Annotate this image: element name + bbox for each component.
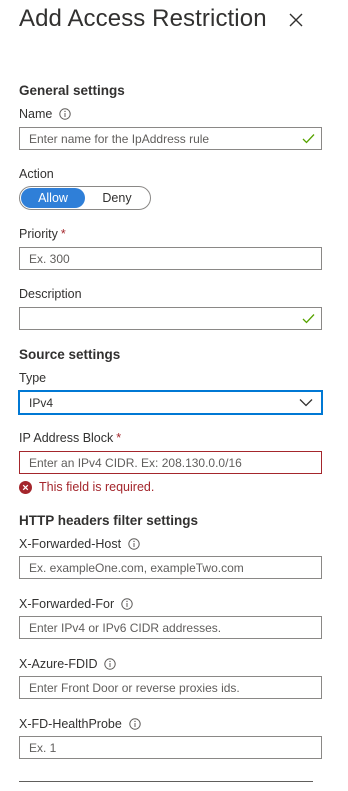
x-azure-fdid-label-row: X-Azure-FDID (19, 657, 117, 671)
http-headers-heading: HTTP headers filter settings (19, 513, 199, 528)
general-settings-heading: General settings (19, 83, 125, 98)
info-icon[interactable] (104, 658, 117, 670)
action-label: Action (19, 167, 54, 181)
type-label: Type (19, 371, 47, 385)
ip-address-label-row: IP Address Block * (19, 431, 121, 445)
info-icon[interactable] (129, 718, 141, 730)
name-input-placeholder: Enter name for the IpAddress rule (29, 131, 210, 146)
info-icon[interactable] (128, 538, 140, 550)
x-azure-fdid-placeholder: Enter Front Door or reverse proxies ids. (29, 680, 240, 695)
info-icon[interactable] (59, 108, 72, 120)
ip-address-input-placeholder: Enter an IPv4 CIDR. Ex: 208.130.0.0/16 (29, 455, 242, 470)
x-forwarded-host-label-row: X-Forwarded-Host (19, 537, 140, 551)
action-allow-option[interactable]: Allow (21, 188, 85, 208)
name-input[interactable]: Enter name for the IpAddress rule (19, 127, 322, 150)
x-forwarded-host-label: X-Forwarded-Host (19, 537, 122, 551)
x-forwarded-for-label-row: X-Forwarded-For (19, 597, 133, 611)
x-forwarded-for-label: X-Forwarded-For (19, 597, 115, 611)
priority-label-row: Priority * (19, 227, 66, 241)
source-settings-heading: Source settings (19, 347, 121, 362)
name-label: Name (19, 107, 53, 121)
action-deny-option[interactable]: Deny (85, 188, 149, 208)
close-icon[interactable] (287, 11, 305, 29)
action-toggle[interactable]: Allow Deny (19, 186, 151, 210)
x-fd-healthprobe-label-row: X-FD-HealthProbe (19, 717, 141, 731)
name-label-row: Name (19, 107, 72, 121)
x-azure-fdid-label: X-Azure-FDID (19, 657, 98, 671)
required-marker: * (116, 431, 122, 445)
x-forwarded-host-input[interactable]: Ex. exampleOne.com, exampleTwo.com (19, 556, 322, 579)
panel-title: Add Access Restriction (19, 5, 267, 32)
x-forwarded-for-input[interactable]: Enter IPv4 or IPv6 CIDR addresses. (19, 616, 322, 639)
info-icon[interactable] (121, 598, 133, 610)
x-forwarded-for-placeholder: Enter IPv4 or IPv6 CIDR addresses. (29, 620, 222, 635)
x-fd-healthprobe-input[interactable]: Ex. 1 (19, 736, 322, 759)
description-label: Description (19, 287, 82, 301)
ip-address-error-text: This field is required. (39, 480, 155, 494)
ip-address-input[interactable]: Enter an IPv4 CIDR. Ex: 208.130.0.0/16 (19, 451, 322, 474)
ip-address-error: This field is required. (19, 480, 154, 494)
priority-label: Priority (19, 227, 58, 241)
error-icon (19, 480, 32, 494)
checkmark-icon (302, 314, 315, 324)
priority-input[interactable]: Ex. 300 (19, 247, 322, 270)
x-fd-healthprobe-label: X-FD-HealthProbe (19, 717, 122, 731)
required-marker: * (60, 227, 66, 241)
checkmark-icon (302, 134, 315, 144)
footer-divider (19, 781, 313, 782)
description-input[interactable] (19, 307, 322, 330)
ip-address-label: IP Address Block (19, 431, 114, 445)
x-azure-fdid-input[interactable]: Enter Front Door or reverse proxies ids. (19, 676, 322, 699)
type-dropdown-value: IPv4 (29, 395, 54, 410)
x-fd-healthprobe-placeholder: Ex. 1 (29, 740, 57, 755)
type-dropdown[interactable]: IPv4 (19, 391, 322, 414)
chevron-down-icon (299, 399, 313, 407)
priority-input-placeholder: Ex. 300 (29, 251, 70, 266)
x-forwarded-host-placeholder: Ex. exampleOne.com, exampleTwo.com (29, 560, 244, 575)
